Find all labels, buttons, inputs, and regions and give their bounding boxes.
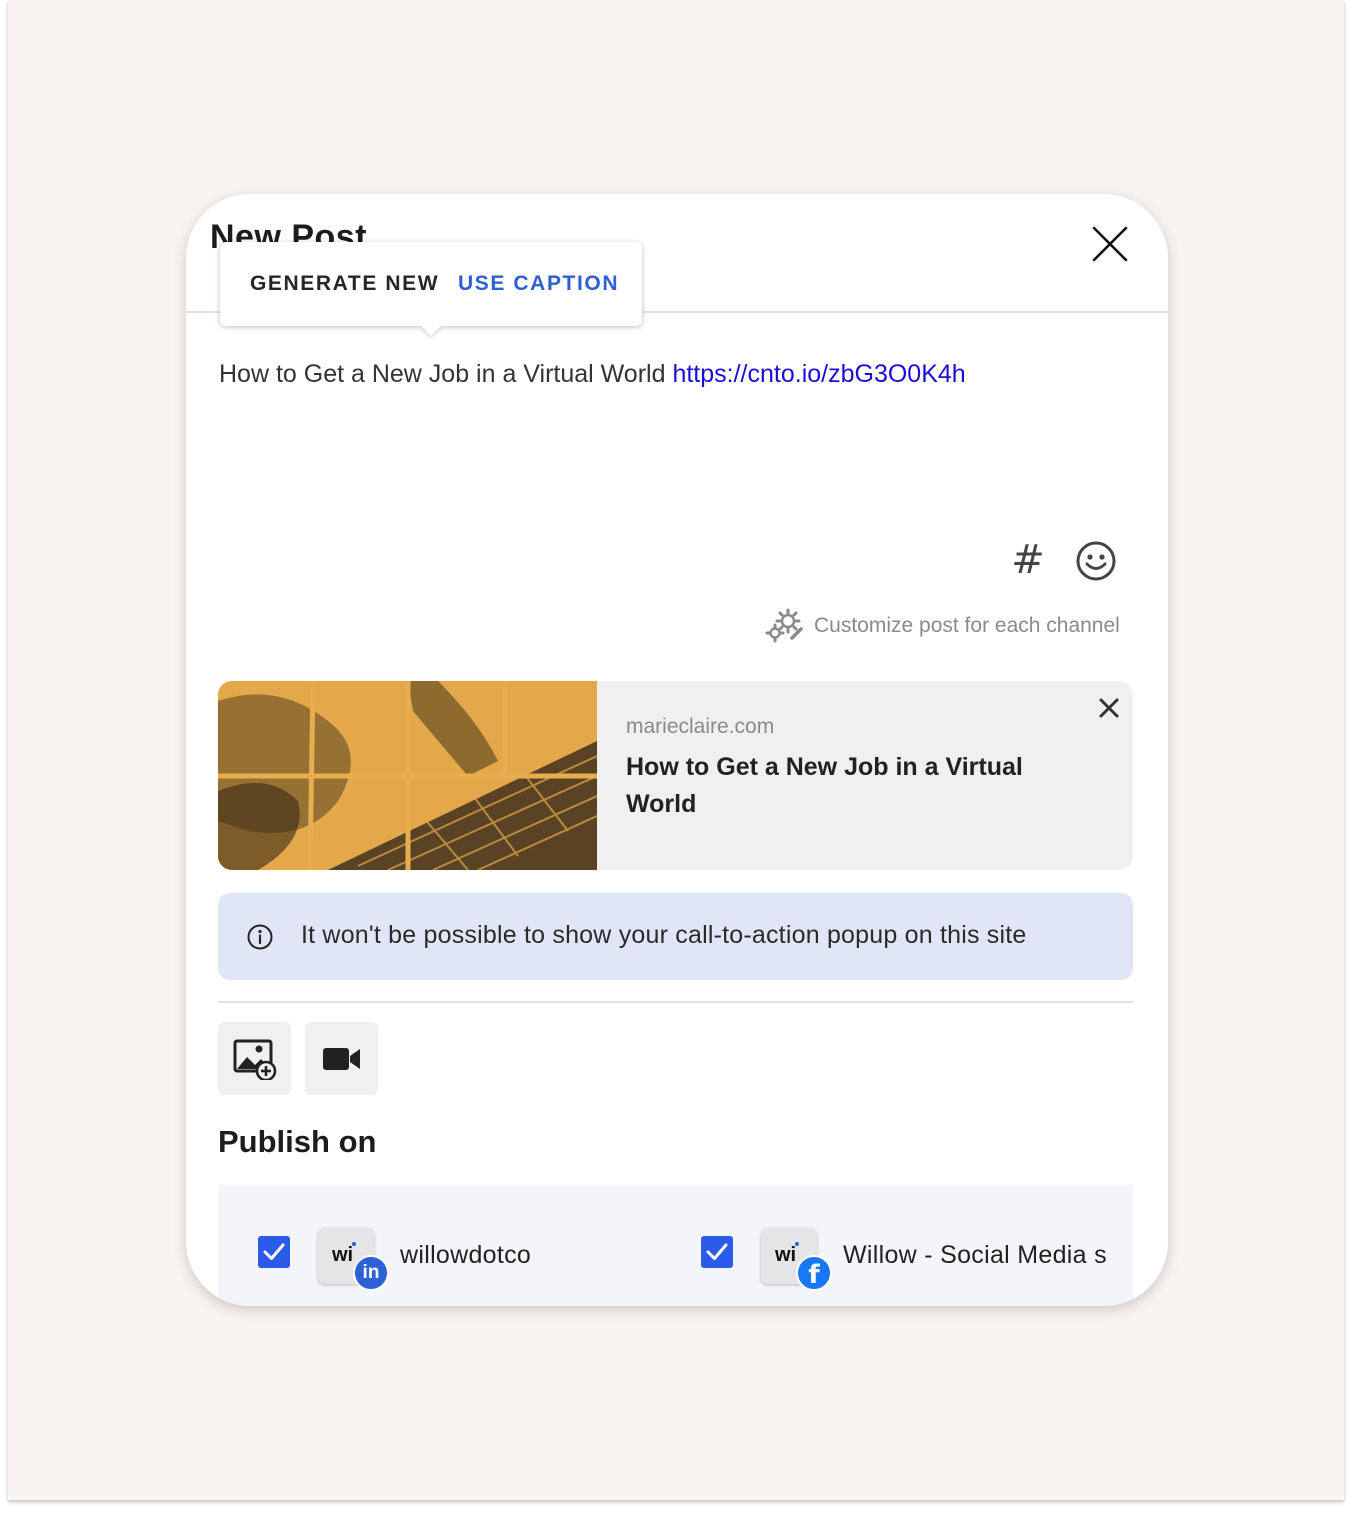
link-preview-thumbnail: [218, 681, 598, 870]
post-text-editor[interactable]: How to Get a New Job in a Virtual World …: [219, 360, 966, 389]
close-dialog-button[interactable]: [1090, 224, 1130, 264]
channel-checkbox-willow-facebook[interactable]: [701, 1236, 733, 1268]
emoji-button[interactable]: [1074, 539, 1118, 583]
generate-new-button[interactable]: GENERATE NEW: [250, 272, 440, 296]
channel-checkbox-willowdotco[interactable]: [258, 1236, 290, 1268]
new-post-dialog: New Post GENERATE NEW USE CAPTION How to…: [186, 194, 1168, 1306]
close-icon: [1092, 226, 1128, 262]
link-preview-domain: marieclaire.com: [626, 715, 775, 738]
facebook-icon: f: [796, 1255, 832, 1291]
linkedin-icon: in: [353, 1255, 389, 1291]
link-preview-title: How to Get a New Job in a Virtual World: [626, 753, 1023, 818]
checkmark-icon: [706, 1243, 728, 1260]
avatar-dot: [795, 1242, 799, 1246]
channel-avatar-willow-facebook: wi f: [761, 1228, 832, 1291]
cta-warning-text: It won't be possible to show your call-t…: [301, 921, 1027, 949]
publish-on-heading: Publish on: [218, 1124, 377, 1159]
channel-name-willowdotco: willowdotco: [400, 1241, 532, 1269]
post-link[interactable]: https://cnto.io/zbG3O0K4h: [672, 360, 965, 388]
caption-popup: GENERATE NEW USE CAPTION: [220, 242, 642, 336]
channel-name-willow-facebook: Willow - Social Media s: [843, 1241, 1107, 1269]
close-icon: [1099, 698, 1119, 718]
section-divider: [218, 1001, 1133, 1003]
avatar-dot: [352, 1242, 356, 1246]
hashtag-button[interactable]: #: [1004, 536, 1052, 584]
remove-preview-button[interactable]: [1094, 693, 1124, 723]
use-caption-button[interactable]: USE CAPTION: [458, 272, 620, 296]
video-camera-icon: [323, 1048, 360, 1070]
avatar-initials: wi: [332, 1244, 354, 1266]
add-video-button[interactable]: [305, 1022, 378, 1095]
post-text-body: How to Get a New Job in a Virtual World: [219, 360, 666, 388]
gears-icon: [765, 608, 803, 643]
cta-warning-banner: It won't be possible to show your call-t…: [218, 893, 1133, 980]
smiley-icon: [1076, 541, 1116, 581]
channel-list: wi in willowdotco wi f Willow - Social M…: [218, 1185, 1133, 1306]
add-image-icon: [233, 1039, 277, 1080]
add-image-button[interactable]: [218, 1022, 291, 1095]
avatar-initials: wi: [775, 1244, 797, 1266]
popup-pointer: [421, 316, 441, 336]
channel-avatar-willowdotco: wi in: [318, 1228, 389, 1291]
link-preview-card: marieclaire.com How to Get a New Job in …: [218, 681, 1133, 870]
info-icon: [247, 924, 273, 950]
customize-label: Customize post for each channel: [814, 614, 1120, 637]
checkmark-icon: [263, 1243, 285, 1260]
